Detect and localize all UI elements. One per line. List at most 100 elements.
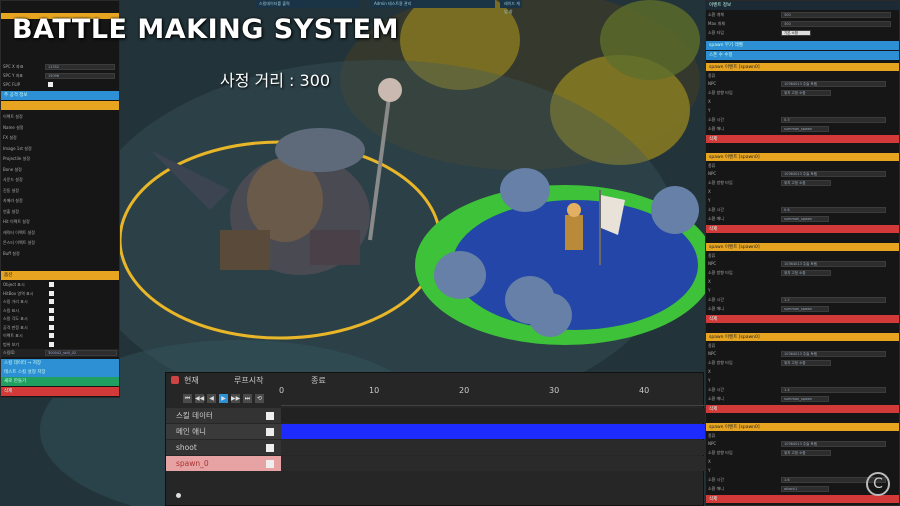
track-label[interactable]: spawn_0 [166,456,281,471]
time-input[interactable]: 0.3 [781,117,886,123]
option-checkbox[interactable] [49,299,54,304]
spawn-count-row[interactable]: 스폰 수 수정 [706,51,899,60]
anim-select[interactable]: summon_spawn [781,216,829,222]
left-item[interactable]: 연출 설정 [1,208,119,216]
tab-end[interactable]: 종료 [311,375,326,386]
block-delete-button[interactable]: 삭제 [706,405,899,413]
left-item[interactable]: Projectile 설정 [1,155,119,163]
event-header[interactable]: spawn 이벤트 [spawn0] [706,333,899,341]
playback-button[interactable]: ⟲ [255,394,264,403]
option-checkbox[interactable] [49,290,54,296]
save-button[interactable]: 스킬 데이터 → 저장 [1,359,119,368]
left-item[interactable]: Hit 이펙트 설정 [1,218,119,226]
tab-loop[interactable]: 루프시작 [234,375,263,386]
left-item[interactable]: 진동 설정 [1,187,119,195]
anim-select[interactable]: summon_spawn [781,306,829,312]
type-select[interactable]: 위치 고정 소환 [781,360,831,366]
skill-id-input[interactable]: 300042_skill_02 [45,350,117,356]
spawn-level-row[interactable]: spawn 무기 레벨 [706,41,899,50]
track-bar[interactable] [281,424,705,439]
option-checkbox[interactable] [49,307,54,313]
timeline-ruler[interactable] [281,398,705,406]
top-window-2[interactable]: Admin 테스트용 관리 [370,0,495,8]
time-input[interactable]: 1.4 [781,387,886,393]
track-bar[interactable] [281,440,705,455]
summon-type-select[interactable]: 기본 소환 [781,30,811,36]
max-count-input[interactable]: 300 [781,21,891,27]
playback-button[interactable]: ⏭ [243,394,252,403]
type-select[interactable]: 위치 고정 소환 [781,180,831,186]
anim-select[interactable]: summon_spawn [781,396,829,402]
track-label[interactable]: shoot [166,440,281,455]
npc-select[interactable]: 10364013 주술 토템 [781,261,886,267]
track-label[interactable]: 메인 애니 [166,424,281,439]
playback-button[interactable]: ◀◀ [195,394,204,403]
spc-x-input[interactable]: 11552 [45,64,115,70]
type-select[interactable]: 위치 고정 소환 [781,270,831,276]
top-window-3[interactable]: 레이드 게임 창 [500,0,522,14]
anim-select[interactable]: summon_spawn [781,126,829,132]
option-checkbox[interactable] [49,316,54,321]
type-select[interactable]: 위치 고정 소환 [781,90,831,96]
left-item[interactable]: 카메라 설정 [1,197,119,205]
event-header[interactable]: spawn 이벤트 [spawn0] [706,423,899,431]
option-checkbox[interactable] [49,282,54,287]
track-bar[interactable] [281,456,705,471]
event-header[interactable]: spawn 이벤트 [spawn0] [706,243,899,251]
playback-button[interactable]: ◀ [207,394,216,403]
track-checkbox[interactable] [266,428,274,436]
playback-button[interactable]: ⏮ [183,394,192,403]
right-panel: 이벤트 정보 소환 개체 300 Max 개체 300 소환 타입 기본 소환 … [705,0,900,506]
left-item[interactable]: 이펙트 설정 [1,113,119,121]
playback-button[interactable]: ▶▶ [231,394,240,403]
block-delete-button[interactable]: 삭제 [706,135,899,143]
left-item[interactable]: Image 1st 설정 [1,145,119,153]
tab-now[interactable]: 현재 [184,375,199,386]
block-delete-button[interactable]: 삭제 [706,315,899,323]
playback-button[interactable]: ▶ [219,394,228,403]
tick-label: 20 [459,386,470,395]
event-header[interactable]: spawn 이벤트 [spawn0] [706,153,899,161]
time-input[interactable]: 1.2 [781,297,886,303]
anim-select[interactable]: attack1 [781,486,829,492]
npc-select[interactable]: 10364013 주술 토템 [781,81,886,87]
option-label: 범위 보기 [3,341,19,347]
spc-flip-label: SPC FLIP [3,82,21,87]
spc-y-input[interactable]: 15096 [45,73,115,79]
left-item[interactable]: 캐릭터 이펙트 설정 [1,229,119,237]
left-item[interactable]: Name 설정 [1,124,119,132]
settings-icon[interactable] [171,376,179,384]
type-select[interactable]: 위치 고정 소환 [781,450,831,456]
top-window-1[interactable]: 스킬데이터를 출력 [255,0,360,8]
block-delete-button[interactable]: 삭제 [706,495,899,503]
block-delete-button[interactable]: 삭제 [706,225,899,233]
new-button[interactable]: 새로 만들기 [1,377,119,386]
left-item[interactable]: 사운드 설정 [1,176,119,184]
options-header[interactable]: 옵션 [1,271,119,280]
delete-button[interactable]: 삭제 [1,387,119,396]
summon-count-input[interactable]: 300 [781,12,891,18]
track-bar[interactable] [281,408,705,423]
time-input[interactable]: 0.6 [781,207,886,213]
track-label[interactable]: 스킬 데이터 [166,408,281,423]
track-checkbox[interactable] [266,460,274,468]
blue-header[interactable]: 주 공격 정보 [1,91,119,100]
event-header[interactable]: spawn 이벤트 [spawn0] [706,63,899,71]
option-checkbox[interactable] [49,341,54,347]
option-checkbox[interactable] [49,324,54,330]
left-item[interactable]: Buff 설정 [1,250,119,258]
option-checkbox[interactable] [49,333,54,338]
test-save-button[interactable]: 테스트 스킬 설정 저장 [1,368,119,377]
spc-flip-checkbox[interactable] [48,82,53,87]
left-item[interactable]: 몬스터 이펙트 설정 [1,239,119,247]
x-label: X [708,369,711,374]
orange-header-1[interactable] [1,101,119,110]
track-checkbox[interactable] [266,412,274,420]
track-checkbox[interactable] [266,444,274,452]
scroll-handle[interactable] [176,493,181,498]
npc-select[interactable]: 10364013 주술 토템 [781,441,886,447]
npc-select[interactable]: 10364013 주술 토템 [781,171,886,177]
left-item[interactable]: FX 설정 [1,134,119,142]
npc-select[interactable]: 10364013 주술 토템 [781,351,886,357]
left-item[interactable]: Bone 설정 [1,166,119,174]
